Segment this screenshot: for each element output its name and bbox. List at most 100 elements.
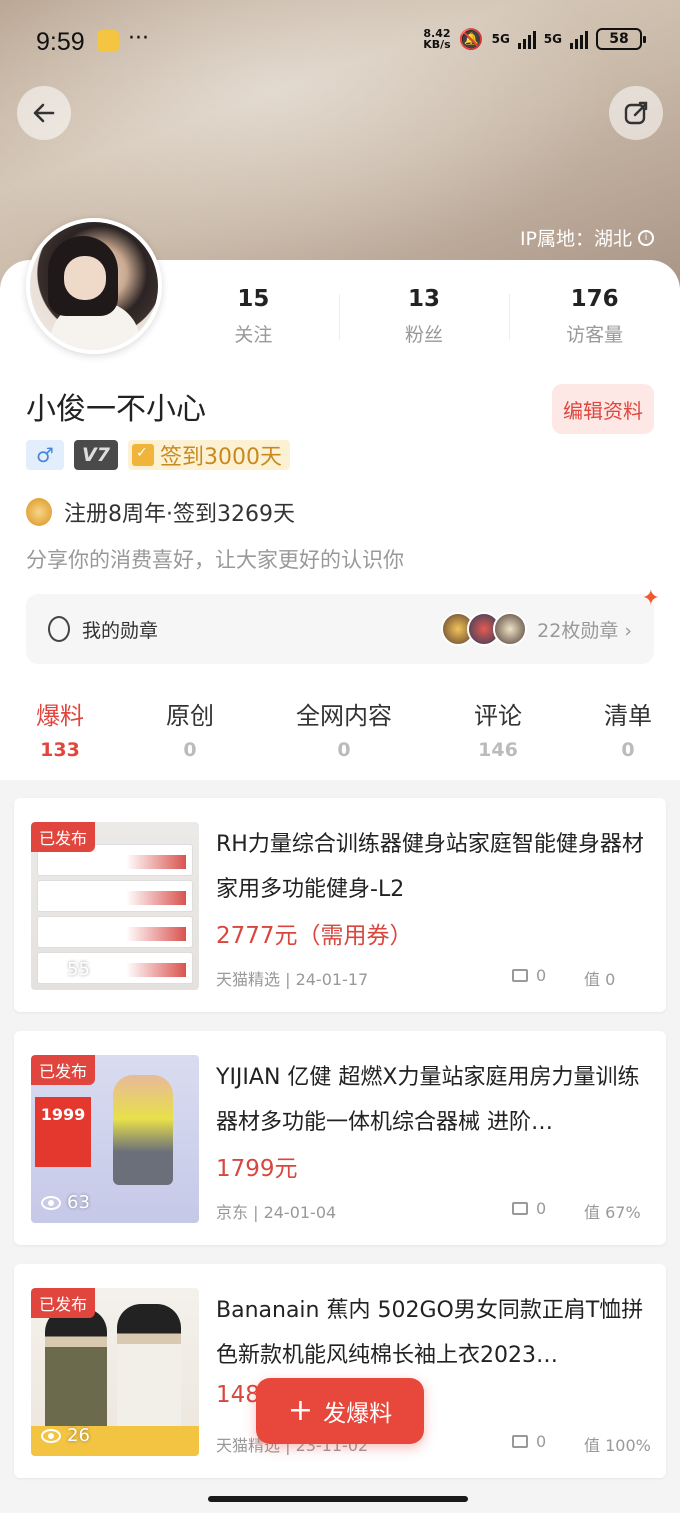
view-count: 26: [41, 1425, 90, 1446]
worth-rating-value: 值 100%: [584, 1436, 651, 1455]
stat-number: 13: [408, 286, 441, 312]
share-icon: [624, 101, 648, 125]
thumbnail-figure: [113, 1075, 173, 1185]
tab-count: 0: [621, 739, 635, 761]
post-meta: 天猫精选 | 24-01-17: [216, 970, 369, 989]
level-badge[interactable]: V7: [74, 440, 118, 470]
anniversary-medal-icon: [26, 498, 52, 526]
stat-number: 15: [237, 286, 270, 312]
tab-original[interactable]: 原创 0: [166, 696, 214, 761]
calendar-check-icon: [132, 444, 154, 466]
tab-label: 评论: [474, 702, 522, 730]
medal-thumbnail: [493, 612, 528, 646]
tab-baoliao[interactable]: 爆料 133: [36, 696, 84, 761]
comment-count[interactable]: 0: [512, 966, 546, 985]
share-button[interactable]: [609, 86, 663, 140]
thumbnail-row: [37, 916, 193, 948]
stat-label: 访客量: [566, 324, 624, 346]
register-text: 注册8周年·签到3269天: [64, 502, 295, 527]
comment-count[interactable]: 0: [512, 1199, 546, 1218]
plus-icon: +: [287, 1393, 314, 1428]
post-price: 2777元（需用券）: [216, 923, 413, 949]
worth-rating-value: 值 0: [584, 970, 616, 989]
post-thumbnail[interactable]: 1999 已发布 63: [31, 1055, 199, 1223]
tab-count: 0: [183, 739, 197, 761]
thumbnail-figure: [117, 1304, 181, 1438]
tab-lists[interactable]: 清单 0: [604, 696, 652, 761]
username: 小俊一不小心: [26, 392, 206, 427]
tab-comments[interactable]: 评论 146: [474, 696, 522, 761]
tab-count: 146: [478, 739, 518, 761]
list-item[interactable]: 1999 已发布 63 YIJIAN 亿健 超燃X力量站家庭用房力量训练器材多功…: [14, 1031, 666, 1245]
post-deal-button[interactable]: + 发爆料: [256, 1378, 424, 1444]
app-notification-icon: [97, 30, 119, 52]
tab-label: 原创: [166, 702, 214, 730]
thumbnail-row: [37, 880, 193, 912]
post-price: 1799元: [216, 1156, 298, 1182]
network-type-1: 5G: [491, 32, 510, 46]
worth-rating: 值 67%: [584, 1199, 641, 1223]
worth-rating: 值 0: [584, 966, 615, 990]
comment-count-value: 0: [536, 966, 547, 985]
status-indicators: 8.42 KB/s 🔕 5G 5G 58: [423, 27, 646, 51]
home-indicator[interactable]: [208, 1496, 468, 1502]
bio: 分享你的消费喜好，让大家更好的认识你: [26, 548, 404, 572]
comment-icon: [512, 969, 528, 982]
post-meta: 京东 | 24-01-04: [216, 1203, 337, 1222]
more-notifications-icon: ···: [128, 26, 149, 51]
stat-label: 关注: [234, 324, 273, 346]
network-speed: 8.42 KB/s: [423, 28, 450, 50]
post-title[interactable]: YIJIAN 亿健 超燃X力量站家庭用房力量训练器材多功能一体机综合器械 进阶…: [216, 1055, 644, 1145]
tab-all-content[interactable]: 全网内容 0: [296, 696, 392, 761]
eye-icon: [41, 962, 61, 977]
view-count-value: 63: [67, 1192, 90, 1213]
battery-icon: 58: [596, 28, 646, 50]
published-tag: 已发布: [31, 1288, 96, 1318]
list-item[interactable]: 已发布 26 Bananain 蕉内 502GO男女同款正肩T恤拼色新款机能风纯…: [14, 1264, 666, 1478]
comment-icon: [512, 1202, 528, 1215]
user-badges: ♂ V7 签到3000天: [26, 440, 290, 470]
checkin-badge-label: 签到3000天: [160, 445, 282, 470]
gender-badge: ♂: [26, 440, 64, 470]
post-deal-label: 发爆料: [323, 1401, 393, 1427]
ip-location-label: IP属地：湖北: [519, 228, 632, 250]
tab-count: 133: [40, 739, 80, 761]
comment-count-value: 0: [536, 1432, 547, 1451]
post-thumbnail[interactable]: 已发布 55: [31, 822, 199, 990]
ip-location[interactable]: IP属地：湖北 i: [520, 224, 654, 251]
register-info: 注册8周年·签到3269天: [26, 496, 295, 528]
published-tag: 已发布: [31, 1055, 96, 1085]
post-title[interactable]: Bananain 蕉内 502GO男女同款正肩T恤拼色新款机能风纯棉长袖上衣20…: [216, 1288, 644, 1378]
stat-followers[interactable]: 13 粉丝: [338, 286, 510, 347]
stat-label: 粉丝: [405, 324, 444, 346]
medals-count: 22枚勋章 ›: [537, 619, 632, 642]
medals-label: 我的勋章: [82, 619, 159, 642]
content-tabs: 爆料 133 原创 0 全网内容 0 评论 146 清单 0: [0, 696, 680, 761]
edit-profile-button[interactable]: 编辑资料: [552, 384, 654, 434]
avatar-face: [64, 256, 106, 300]
post-thumbnail[interactable]: 已发布 26: [31, 1288, 199, 1456]
back-arrow-icon: [33, 103, 55, 123]
tab-label: 爆料: [36, 702, 84, 730]
stat-following[interactable]: 15 关注: [168, 286, 339, 347]
post-price: 148: [216, 1382, 260, 1408]
published-tag: 已发布: [31, 822, 96, 852]
tab-label: 清单: [604, 702, 652, 730]
stat-visitors[interactable]: 176 访客量: [509, 286, 680, 347]
back-button[interactable]: [17, 86, 71, 140]
stat-number: 176: [570, 286, 619, 312]
worth-rating: 值 100%: [584, 1432, 651, 1456]
checkin-badge[interactable]: 签到3000天: [128, 440, 290, 470]
signal-icon-2: [570, 29, 588, 49]
tab-label: 全网内容: [296, 702, 392, 730]
avatar[interactable]: [26, 218, 162, 354]
signal-icon: [517, 29, 536, 49]
view-count-value: 26: [67, 1425, 90, 1446]
post-title[interactable]: RH力量综合训练器健身站家庭智能健身器材家用多功能健身-L2: [216, 822, 644, 912]
medals-row[interactable]: 我的勋章 22枚勋章 › ✦: [26, 586, 660, 664]
thumbnail-figure: [45, 1308, 107, 1438]
medal-thumbnails: [441, 612, 528, 646]
comment-count[interactable]: 0: [512, 1432, 546, 1451]
view-count: 63: [41, 1192, 90, 1213]
list-item[interactable]: 已发布 55 RH力量综合训练器健身站家庭智能健身器材家用多功能健身-L2 27…: [14, 798, 666, 1012]
